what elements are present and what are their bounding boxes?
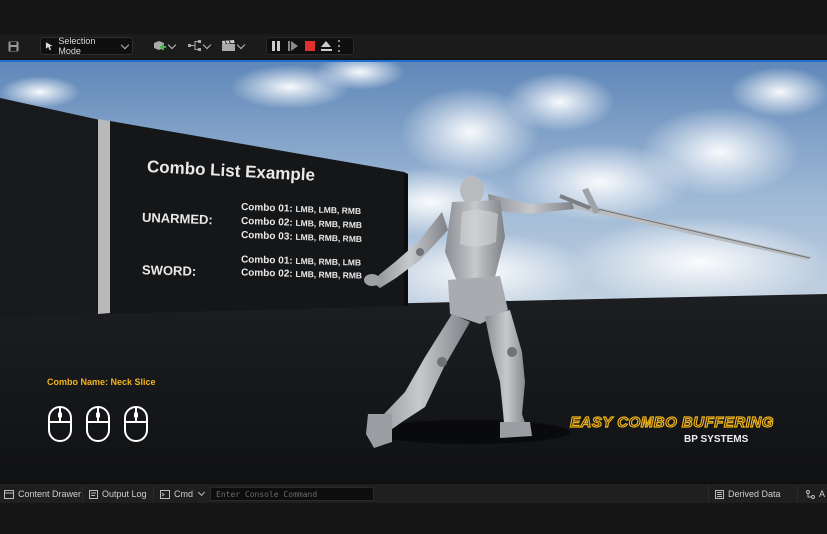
- combo-label: Combo 02:: [240, 267, 293, 280]
- mouse-icon: [86, 406, 110, 442]
- cinematics-button[interactable]: [221, 37, 246, 55]
- hud-mouse-inputs: [47, 405, 149, 443]
- play-controls: [266, 37, 354, 55]
- selection-mode-label: Selection Mode: [58, 36, 96, 56]
- derived-data-button[interactable]: Derived Data: [715, 487, 781, 501]
- chevron-down-icon: [202, 40, 212, 49]
- chevron-down-icon: [197, 488, 206, 497]
- chevron-down-icon: [167, 40, 177, 49]
- combo-inputs: LMB, RMB, RMB: [295, 268, 363, 281]
- output-log-label: Output Log: [102, 489, 147, 499]
- divider: [708, 486, 709, 502]
- output-log-button[interactable]: Output Log: [89, 487, 147, 501]
- combo-inputs: LMB, LMB, RMB: [295, 203, 362, 217]
- combo-inputs: LMB, RMB, RMB: [295, 217, 363, 231]
- combo-label: Combo 02:: [240, 215, 293, 229]
- window-footer: [0, 504, 827, 534]
- blueprint-button[interactable]: [187, 37, 212, 55]
- content-drawer-label: Content Drawer: [18, 489, 82, 499]
- wall-left-face: [0, 98, 100, 318]
- derived-data-label: Derived Data: [728, 489, 781, 499]
- cmd-label: Cmd: [174, 489, 194, 499]
- output-log-icon: [89, 489, 98, 499]
- add-actor-button[interactable]: [152, 37, 177, 55]
- source-control-icon: [806, 489, 815, 499]
- eject-icon[interactable]: [321, 41, 332, 51]
- mouse-icon: [48, 406, 72, 442]
- source-control-label: A: [819, 489, 826, 499]
- terminal-icon: [160, 489, 170, 499]
- status-bar: Content Drawer Output Log Cmd Derived Da…: [0, 483, 827, 503]
- add-actor-icon: [154, 41, 166, 50]
- combo-inputs: LMB, RMB, RMB: [295, 231, 363, 245]
- source-control-button[interactable]: A: [806, 487, 825, 501]
- combo-label: Combo 01:: [240, 201, 293, 215]
- divider: [797, 486, 798, 502]
- save-icon: [8, 41, 18, 51]
- chevron-down-icon: [236, 40, 246, 49]
- brand-title: EASY COMBO BUFFERING: [569, 413, 774, 431]
- clapperboard-icon: [222, 40, 235, 51]
- category-unarmed: UNARMED:: [141, 209, 214, 228]
- character-shadow: [370, 420, 570, 444]
- divider: [82, 486, 83, 502]
- brand-logo: EASY COMBO BUFFERING BP SYSTEMS: [569, 413, 774, 445]
- brand-subtitle: BP SYSTEMS: [684, 434, 749, 445]
- selection-mode-icon: [45, 42, 53, 51]
- pause-icon[interactable]: [272, 41, 282, 51]
- derived-data-icon: [715, 489, 724, 499]
- hud-combo-name: Combo Name: Neck Slice: [47, 377, 156, 387]
- divider: [153, 486, 154, 502]
- wall-pillar: [98, 119, 110, 314]
- content-drawer-icon: [4, 489, 14, 499]
- content-drawer-button[interactable]: Content Drawer: [4, 487, 81, 501]
- category-sword: SWORD:: [141, 262, 197, 279]
- combo-label: Combo 01:: [240, 254, 293, 267]
- combo-label: Combo 03:: [240, 229, 293, 243]
- main-toolbar: Selection Mode: [0, 0, 827, 60]
- stop-icon[interactable]: [305, 41, 315, 51]
- level-viewport[interactable]: Combo List Example UNARMED: Combo 01: LM…: [0, 60, 827, 483]
- console-command-input[interactable]: [210, 487, 374, 501]
- combo-inputs: LMB, RMB, LMB: [295, 255, 362, 268]
- step-forward-icon[interactable]: [288, 41, 299, 51]
- selection-mode-dropdown[interactable]: Selection Mode: [40, 36, 133, 56]
- blueprint-icon: [188, 40, 201, 51]
- chevron-down-icon: [121, 40, 130, 49]
- cmd-dropdown[interactable]: Cmd: [160, 487, 206, 501]
- mouse-icon: [124, 406, 148, 442]
- more-options-icon[interactable]: [338, 40, 341, 52]
- save-button[interactable]: [4, 37, 22, 55]
